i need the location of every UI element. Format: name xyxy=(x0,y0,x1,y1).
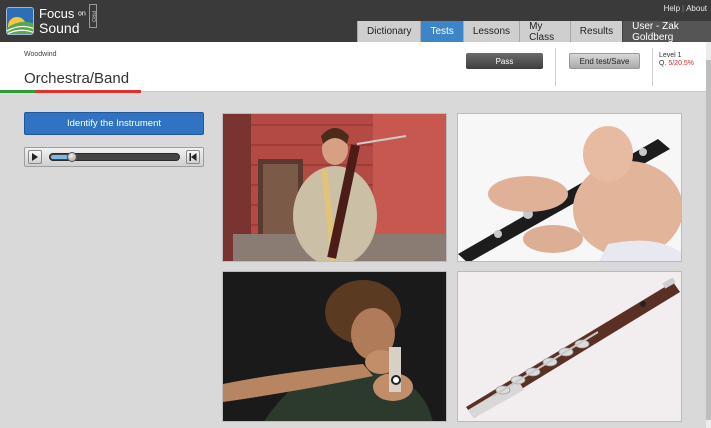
clarinet-photo[interactable] xyxy=(457,113,682,262)
question-score: 5/20.5% xyxy=(668,60,695,67)
progress-bar-red xyxy=(35,90,141,93)
help-link[interactable]: Help xyxy=(664,4,680,13)
top-bar: Focus on Sound PRO Help | About Dictionary… xyxy=(0,0,711,43)
bassoon-photo[interactable] xyxy=(222,113,447,262)
audio-player xyxy=(24,147,204,167)
identify-instrument-button[interactable]: Identify the Instrument xyxy=(24,112,204,135)
restart-button[interactable] xyxy=(186,150,200,164)
scrollbar-thumb[interactable] xyxy=(706,60,711,420)
skip-back-icon xyxy=(189,153,197,161)
tab-dictionary[interactable]: Dictionary xyxy=(357,21,421,42)
end-test-save-button[interactable]: End test/Save xyxy=(569,53,640,69)
piccolo-photo[interactable] xyxy=(457,271,682,422)
pass-button[interactable]: Pass xyxy=(466,53,543,69)
logo-sun-icon xyxy=(6,7,34,35)
user-menu[interactable]: User - Zak Goldberg xyxy=(622,21,711,43)
tab-tests[interactable]: Tests xyxy=(420,21,463,42)
play-button[interactable] xyxy=(28,150,42,164)
top-links: Help | About xyxy=(663,4,707,13)
audio-scrubber[interactable] xyxy=(49,152,180,162)
level-label: Level 1 xyxy=(659,52,682,59)
tab-results[interactable]: Results xyxy=(569,21,623,42)
app-logo[interactable]: Focus on Sound xyxy=(6,5,86,37)
question-prefix: Q. xyxy=(659,60,667,67)
breadcrumb: Woodwind xyxy=(24,51,57,58)
logo-text: Focus on Sound xyxy=(39,5,86,37)
main-nav: Dictionary Tests Lessons My Class Result… xyxy=(357,21,711,43)
divider xyxy=(555,48,556,86)
page-title: Orchestra/Band xyxy=(24,70,130,87)
divider xyxy=(652,48,653,86)
audio-progress xyxy=(51,155,68,159)
play-icon xyxy=(32,153,38,161)
progress-bar-green xyxy=(0,90,35,93)
tab-my-class[interactable]: My Class xyxy=(519,21,570,43)
level-info: Level 1 Q. 5/20.5% xyxy=(659,52,694,68)
scrubber-handle[interactable] xyxy=(67,152,77,162)
about-link[interactable]: About xyxy=(686,4,707,13)
tab-lessons[interactable]: Lessons xyxy=(462,21,520,42)
recorder-photo[interactable] xyxy=(222,271,447,422)
pro-badge: PRO xyxy=(89,4,97,28)
